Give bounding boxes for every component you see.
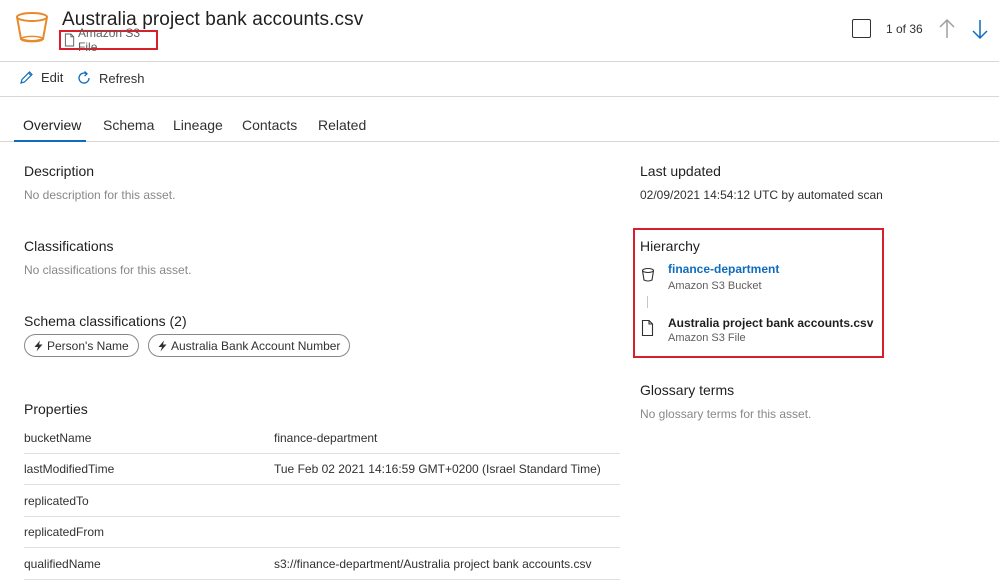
last-updated-heading: Last updated [640,163,721,179]
table-row: lastModifiedTime Tue Feb 02 2021 14:16:5… [24,454,620,485]
bucket-icon [641,267,655,282]
properties-heading: Properties [24,401,88,417]
hierarchy-connector [647,296,648,308]
edit-label: Edit [41,70,64,85]
property-value: finance-department [274,431,378,445]
property-key: replicatedTo [24,494,89,508]
file-icon [64,33,75,47]
refresh-label: Refresh [99,70,145,86]
classification-chip-label: Australia Bank Account Number [171,338,341,353]
asset-type-badge: Amazon S3 File [59,26,158,54]
hierarchy-current-name: Australia project bank accounts.csv [668,316,874,330]
hierarchy-heading: Hierarchy [640,238,700,254]
tab-overview[interactable]: Overview [23,117,81,133]
lightning-icon [34,340,43,351]
command-bar: Edit Refresh [0,62,999,97]
edit-button[interactable]: Edit [19,70,63,85]
property-value: Tue Feb 02 2021 14:16:59 GMT+0200 (Israe… [274,462,601,476]
classifications-heading: Classifications [24,238,114,254]
arrow-up-icon[interactable] [937,18,957,40]
tab-bar: Overview Schema Lineage Contacts Related [0,97,999,142]
asset-type-label: Amazon S3 File [78,26,141,54]
classifications-text: No classifications for this asset. [24,263,192,277]
table-row: replicatedFrom [24,517,620,548]
asset-header: Australia project bank accounts.csv Amaz… [0,0,999,62]
description-heading: Description [24,163,95,179]
schema-classifications-heading: Schema classifications (2) [24,313,187,329]
active-tab-indicator [14,140,86,142]
glossary-heading: Glossary terms [640,382,735,398]
pager-text: 1 of 36 [886,22,923,36]
hierarchy-parent-link[interactable]: finance-department [668,262,779,276]
property-key: qualifiedName [24,557,101,571]
pencil-icon [20,71,33,84]
lightning-icon [158,340,167,351]
last-updated-text: 02/09/2021 14:54:12 UTC by automated sca… [640,188,883,202]
classification-chip-label: Person's Name [47,338,129,353]
property-key: bucketName [24,431,92,445]
property-key: replicatedFrom [24,525,105,539]
s3-bucket-icon [16,12,48,43]
description-text: No description for this asset. [24,188,176,202]
file-icon [641,320,654,336]
table-row: replicatedTo [24,486,620,517]
classification-chip[interactable]: Person's Name [24,334,139,357]
tab-lineage[interactable]: Lineage [173,117,223,133]
refresh-button[interactable]: Refresh [76,70,145,86]
property-value: s3://finance-department/Australia projec… [274,557,592,571]
tab-related[interactable]: Related [318,117,366,133]
table-row: qualifiedName s3://finance-department/Au… [24,549,620,580]
refresh-icon [78,71,90,84]
classification-chip[interactable]: Australia Bank Account Number [148,334,351,357]
table-row: bucketName finance-department [24,423,620,454]
tab-contacts[interactable]: Contacts [242,117,297,133]
property-key: lastModifiedTime [24,462,115,476]
glossary-text: No glossary terms for this asset. [640,407,812,421]
hierarchy-parent-type: Amazon S3 Bucket [668,280,762,292]
select-checkbox[interactable] [852,19,871,38]
hierarchy-current-type: Amazon S3 File [668,332,746,344]
tab-schema[interactable]: Schema [103,117,154,133]
arrow-down-icon[interactable] [970,18,990,40]
